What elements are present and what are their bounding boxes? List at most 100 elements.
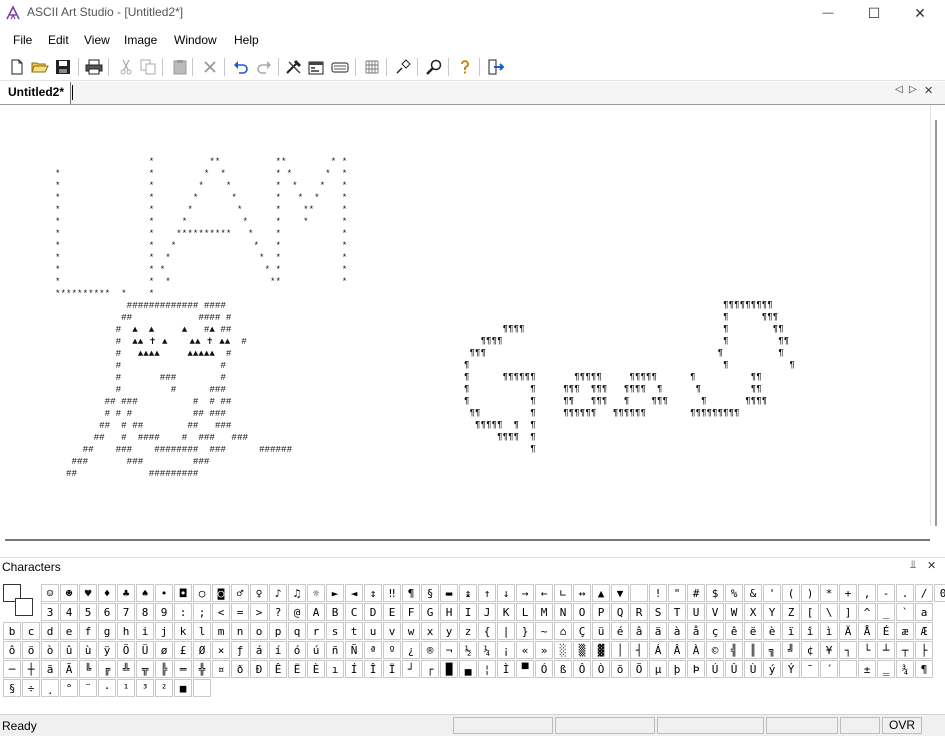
character-cell[interactable]: w — [402, 622, 420, 640]
character-cell[interactable]: û — [60, 641, 78, 659]
character-cell[interactable]: ¾ — [896, 660, 914, 678]
character-cell[interactable]: n — [231, 622, 249, 640]
character-cell[interactable]: ¦ — [478, 660, 496, 678]
character-cell[interactable]: b — [3, 622, 21, 640]
character-cell[interactable]: H — [440, 603, 458, 621]
character-cell[interactable]: ã — [41, 660, 59, 678]
character-cell[interactable]: / — [915, 584, 933, 602]
character-cell[interactable]: ╗ — [763, 641, 781, 659]
character-cell[interactable]: Ì — [497, 660, 515, 678]
horizontal-scrollbar[interactable] — [0, 531, 940, 553]
character-cell[interactable]: ↔ — [573, 584, 591, 602]
character-cell[interactable]: | — [497, 622, 515, 640]
character-cell[interactable]: Ï — [383, 660, 401, 678]
character-cell[interactable]: C — [345, 603, 363, 621]
character-cell[interactable]: a — [915, 603, 933, 621]
character-cell[interactable]: õ — [611, 660, 629, 678]
character-cell[interactable]: ù — [79, 641, 97, 659]
character-cell[interactable]: N — [554, 603, 572, 621]
character-cell[interactable]: ¬ — [440, 641, 458, 659]
character-cell[interactable]: k — [174, 622, 192, 640]
open-folder-button[interactable] — [30, 57, 50, 77]
character-cell[interactable]: ☼ — [307, 584, 325, 602]
character-cell[interactable]: # — [687, 584, 705, 602]
exit-button[interactable] — [486, 57, 506, 77]
minimize-button[interactable]: — — [805, 0, 851, 26]
character-cell[interactable]: Ò — [592, 660, 610, 678]
character-cell[interactable]: ó — [288, 641, 306, 659]
character-cell[interactable]: ø — [155, 641, 173, 659]
character-cell[interactable]: - — [877, 584, 895, 602]
character-cell[interactable]: * — [820, 584, 838, 602]
character-cell[interactable]: º — [383, 641, 401, 659]
character-cell[interactable]: ▼ — [611, 584, 629, 602]
character-cell[interactable]: ▓ — [592, 641, 610, 659]
character-cell[interactable]: 5 — [79, 603, 97, 621]
character-cell[interactable]: Ç — [573, 622, 591, 640]
character-cell[interactable]: ñ — [326, 641, 344, 659]
save-button[interactable] — [53, 57, 73, 77]
tab-scroll-left-icon[interactable]: ◁ — [895, 84, 903, 95]
vertical-scroll-thumb[interactable] — [935, 120, 937, 526]
character-cell[interactable]: ↓ — [497, 584, 515, 602]
character-cell[interactable]: ¶ — [402, 584, 420, 602]
character-cell[interactable]: B — [326, 603, 344, 621]
character-cell[interactable]: 0 — [934, 584, 945, 602]
character-cell[interactable]: ╠ — [155, 660, 173, 678]
character-cell[interactable]: Þ — [687, 660, 705, 678]
character-cell[interactable]: ë — [744, 622, 762, 640]
character-cell[interactable]: ' — [763, 584, 781, 602]
character-cell[interactable]: ÿ — [98, 641, 116, 659]
paste-button[interactable] — [170, 57, 190, 77]
character-cell[interactable]: " — [668, 584, 686, 602]
menu-image[interactable]: Image — [124, 33, 157, 47]
vertical-scrollbar[interactable] — [930, 106, 941, 526]
character-cell[interactable]: ß — [554, 660, 572, 678]
character-cell[interactable]: ► — [326, 584, 344, 602]
tab-untitled2[interactable]: Untitled2* — [0, 82, 72, 104]
character-cell[interactable]: M — [535, 603, 553, 621]
character-cell[interactable]: © — [706, 641, 724, 659]
undo-button[interactable] — [231, 57, 251, 77]
character-cell[interactable]: » — [535, 641, 553, 659]
character-cell[interactable]: ▄ — [459, 660, 477, 678]
character-cell[interactable]: q — [288, 622, 306, 640]
character-cell[interactable]: 8 — [136, 603, 154, 621]
character-cell[interactable]: L — [516, 603, 534, 621]
character-cell[interactable]: T — [668, 603, 686, 621]
character-cell[interactable]: ‗ — [877, 660, 895, 678]
character-cell[interactable]: V — [706, 603, 724, 621]
help-button[interactable] — [455, 57, 475, 77]
character-cell[interactable]: Í — [345, 660, 363, 678]
character-cell[interactable]: Á — [649, 641, 667, 659]
character-cell[interactable]: ½ — [459, 641, 477, 659]
character-cell[interactable]: ▒ — [573, 641, 591, 659]
character-cell[interactable]: ƒ — [231, 641, 249, 659]
character-cell[interactable]: ] — [839, 603, 857, 621]
character-cell[interactable]: ◘ — [174, 584, 192, 602]
character-cell[interactable]: ♀ — [250, 584, 268, 602]
character-cell[interactable]: l — [193, 622, 211, 640]
character-cell[interactable]: 7 — [117, 603, 135, 621]
character-cell[interactable]: À — [687, 641, 705, 659]
character-cell[interactable]: à — [668, 622, 686, 640]
menu-help[interactable]: Help — [234, 33, 259, 47]
character-cell[interactable]: ┼ — [22, 660, 40, 678]
character-cell[interactable]: I — [459, 603, 477, 621]
character-cell[interactable]: ® — [421, 641, 439, 659]
character-cell[interactable]: Ã — [60, 660, 78, 678]
tools-button[interactable] — [284, 57, 304, 77]
character-cell[interactable]: Û — [725, 660, 743, 678]
menu-view[interactable]: View — [84, 33, 110, 47]
character-cell[interactable]: ò — [41, 641, 59, 659]
properties-button[interactable] — [307, 57, 327, 77]
character-cell[interactable]: W — [725, 603, 743, 621]
character-cell[interactable]: é — [611, 622, 629, 640]
character-cell[interactable]: → — [516, 584, 534, 602]
character-cell[interactable]: § — [421, 584, 439, 602]
character-cell[interactable]: ┐ — [839, 641, 857, 659]
character-cell[interactable]: ö — [22, 641, 40, 659]
character-cell[interactable]: > — [250, 603, 268, 621]
character-cell[interactable]: ` — [896, 603, 914, 621]
character-cell[interactable]: Ñ — [345, 641, 363, 659]
